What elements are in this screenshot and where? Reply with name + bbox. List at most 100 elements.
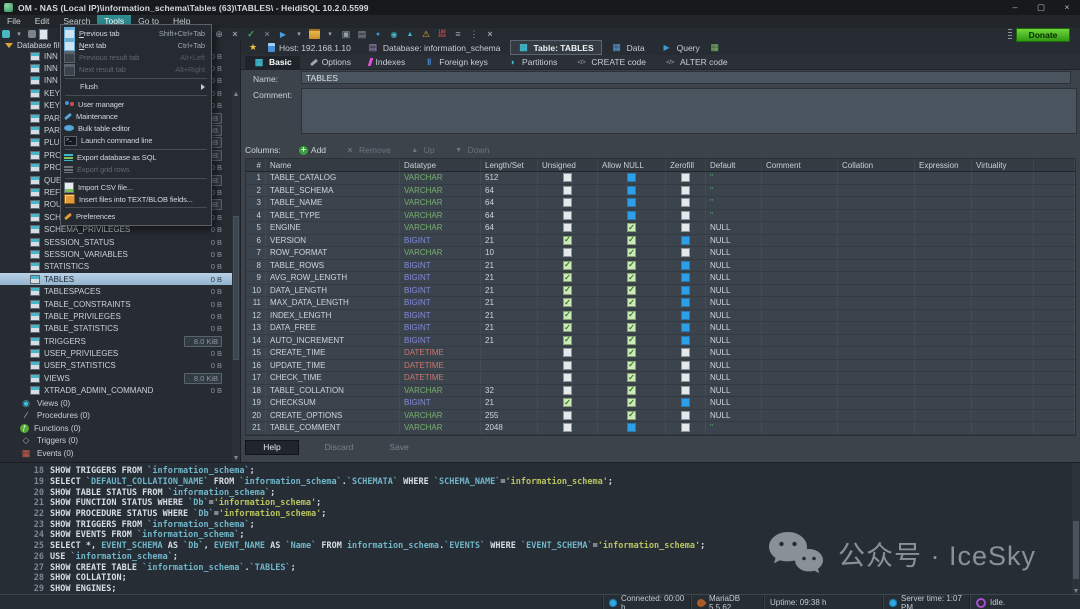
grid-row-table-name[interactable]: 3TABLE_NAMEVARCHAR64''	[246, 197, 1075, 210]
sidebar-scrollbar[interactable]	[232, 90, 240, 462]
zerofill-checkbox[interactable]	[681, 373, 690, 382]
zerofill-checkbox[interactable]	[681, 411, 690, 420]
commit-icon[interactable]	[245, 29, 257, 40]
allow-null-checkbox[interactable]	[627, 398, 636, 407]
log-scroll-down-icon[interactable]	[1074, 589, 1078, 593]
zerofill-checkbox[interactable]	[681, 423, 690, 432]
sidebar-folder-events-0[interactable]: Events (0)	[0, 447, 240, 460]
sidebar-table-views[interactable]: VIEWS8.0 KiB	[0, 372, 240, 384]
grid-row-update-time[interactable]: 16UPDATE_TIMEDATETIMENULL	[246, 360, 1075, 373]
allow-null-checkbox[interactable]	[627, 198, 636, 207]
unsigned-checkbox[interactable]	[563, 236, 572, 245]
search-icon[interactable]	[388, 29, 400, 40]
zerofill-checkbox[interactable]	[681, 348, 690, 357]
snippet-icon[interactable]	[356, 29, 368, 40]
menu-arrow-icon[interactable]	[324, 29, 336, 40]
unsigned-checkbox[interactable]	[563, 173, 572, 182]
menu-item-user-manager[interactable]: User manager	[61, 98, 211, 110]
grid-header-zerofill[interactable]: Zerofill	[666, 159, 706, 171]
help-button[interactable]: Help	[245, 440, 299, 455]
zerofill-checkbox[interactable]	[681, 323, 690, 332]
unsigned-checkbox[interactable]	[563, 211, 572, 220]
refresh-icon[interactable]	[213, 29, 225, 40]
menu-item-insert-files-into-text-blob-fields[interactable]: Insert files into TEXT/BLOB fields...	[61, 193, 211, 205]
unsigned-checkbox[interactable]	[563, 286, 572, 295]
sidebar-folder-functions-0[interactable]: Functions (0)	[0, 422, 240, 435]
zerofill-checkbox[interactable]	[681, 211, 690, 220]
menubar-item-edit[interactable]: Edit	[28, 15, 57, 28]
zerofill-checkbox[interactable]	[681, 398, 690, 407]
sidebar-folder-procedures-0[interactable]: Procedures (0)	[0, 409, 240, 422]
tab-database-information-schema[interactable]: Database: information_schema	[360, 41, 508, 55]
grid-row-create-options[interactable]: 20CREATE_OPTIONSVARCHAR255NULL	[246, 410, 1075, 423]
zerofill-checkbox[interactable]	[681, 311, 690, 320]
grid-row-index-length[interactable]: 12INDEX_LENGTHBIGINT21NULL	[246, 310, 1075, 323]
allow-null-checkbox[interactable]	[627, 273, 636, 282]
menu-item-import-csv-file[interactable]: Import CSV file...	[61, 181, 211, 193]
add-column-button[interactable]: Add	[299, 145, 326, 155]
menu-arrow-icon[interactable]	[13, 29, 25, 40]
allow-null-checkbox[interactable]	[627, 186, 636, 195]
allow-null-checkbox[interactable]	[627, 211, 636, 220]
close-icon[interactable]	[484, 29, 496, 40]
unsigned-checkbox[interactable]	[563, 186, 572, 195]
grid-header-comment[interactable]: Comment	[762, 159, 838, 171]
donate-button[interactable]: Donate	[1016, 28, 1070, 42]
zerofill-checkbox[interactable]	[681, 186, 690, 195]
log-scrollbar-thumb[interactable]	[1073, 521, 1079, 579]
grid-row-table-type[interactable]: 4TABLE_TYPEVARCHAR64''	[246, 210, 1075, 223]
unsigned-checkbox[interactable]	[563, 386, 572, 395]
sidebar-table-table-statistics[interactable]: TABLE_STATISTICS0 B	[0, 323, 240, 335]
scroll-up-icon[interactable]	[232, 90, 240, 98]
menu-item-next-tab[interactable]: Next tabCtrl+Tab	[61, 39, 211, 51]
allow-null-checkbox[interactable]	[627, 286, 636, 295]
menu-item-maintenance[interactable]: Maintenance	[61, 110, 211, 122]
save-file-icon[interactable]	[340, 29, 352, 40]
zerofill-checkbox[interactable]	[681, 261, 690, 270]
grid-row-table-schema[interactable]: 2TABLE_SCHEMAVARCHAR64''	[246, 185, 1075, 198]
allow-null-checkbox[interactable]	[627, 236, 636, 245]
menubar-item-file[interactable]: File	[0, 15, 28, 28]
allow-null-checkbox[interactable]	[627, 423, 636, 432]
grid-row-table-comment[interactable]: 21TABLE_COMMENTVARCHAR2048''	[246, 422, 1075, 435]
grid-row-avg-row-length[interactable]: 9AVG_ROW_LENGTHBIGINT21NULL	[246, 272, 1075, 285]
binary-icon[interactable]	[436, 29, 448, 40]
zerofill-checkbox[interactable]	[681, 198, 690, 207]
zerofill-checkbox[interactable]	[681, 336, 690, 345]
zerofill-checkbox[interactable]	[681, 223, 690, 232]
grid-row-table-collation[interactable]: 18TABLE_COLLATIONVARCHAR32NULL	[246, 385, 1075, 398]
unsigned-checkbox[interactable]	[563, 223, 572, 232]
unsigned-checkbox[interactable]	[563, 311, 572, 320]
star-icon[interactable]	[247, 42, 259, 53]
sidebar-table-xtradb-admin-command[interactable]: XTRADB_ADMIN_COMMAND0 B	[0, 385, 240, 397]
highlight-icon[interactable]	[404, 29, 416, 40]
subtab-alter-code[interactable]: ALTER code	[656, 56, 736, 69]
sidebar-table-session-variables[interactable]: SESSION_VARIABLES0 B	[0, 248, 240, 260]
unsigned-checkbox[interactable]	[563, 298, 572, 307]
unsigned-checkbox[interactable]	[563, 411, 572, 420]
tab-query[interactable]: Query	[654, 41, 707, 55]
allow-null-checkbox[interactable]	[627, 311, 636, 320]
grid-header-length-set[interactable]: Length/Set	[481, 159, 538, 171]
sidebar-table-user-privileges[interactable]: USER_PRIVILEGES0 B	[0, 347, 240, 359]
log-scrollbar[interactable]	[1072, 463, 1080, 594]
allow-null-checkbox[interactable]	[627, 411, 636, 420]
unsigned-checkbox[interactable]	[563, 198, 572, 207]
new-file-icon[interactable]	[39, 29, 48, 40]
allow-null-checkbox[interactable]	[627, 361, 636, 370]
zerofill-checkbox[interactable]	[681, 286, 690, 295]
unsigned-checkbox[interactable]	[563, 361, 572, 370]
grid-row-max-data-length[interactable]: 11MAX_DATA_LENGTHBIGINT21NULL	[246, 297, 1075, 310]
menu-item-bulk-table-editor[interactable]: Bulk table editor	[61, 122, 211, 134]
grid-row-version[interactable]: 6VERSIONBIGINT21NULL	[246, 235, 1075, 248]
warning-icon[interactable]	[420, 29, 432, 40]
grid-row-check-time[interactable]: 17CHECK_TIMEDATETIMENULL	[246, 372, 1075, 385]
maximize-button[interactable]: ▢	[1028, 0, 1054, 15]
stop-icon[interactable]	[229, 29, 241, 40]
zerofill-checkbox[interactable]	[681, 173, 690, 182]
sidebar-table-triggers[interactable]: TRIGGERS8.0 KiB	[0, 335, 240, 347]
sidebar-table-tables[interactable]: TABLES0 B	[0, 273, 240, 285]
subtab-foreign-keys[interactable]: Foreign keys	[415, 56, 496, 69]
tab-table-tables[interactable]: Table: TABLES	[510, 40, 602, 55]
rollback-icon[interactable]	[261, 29, 273, 40]
